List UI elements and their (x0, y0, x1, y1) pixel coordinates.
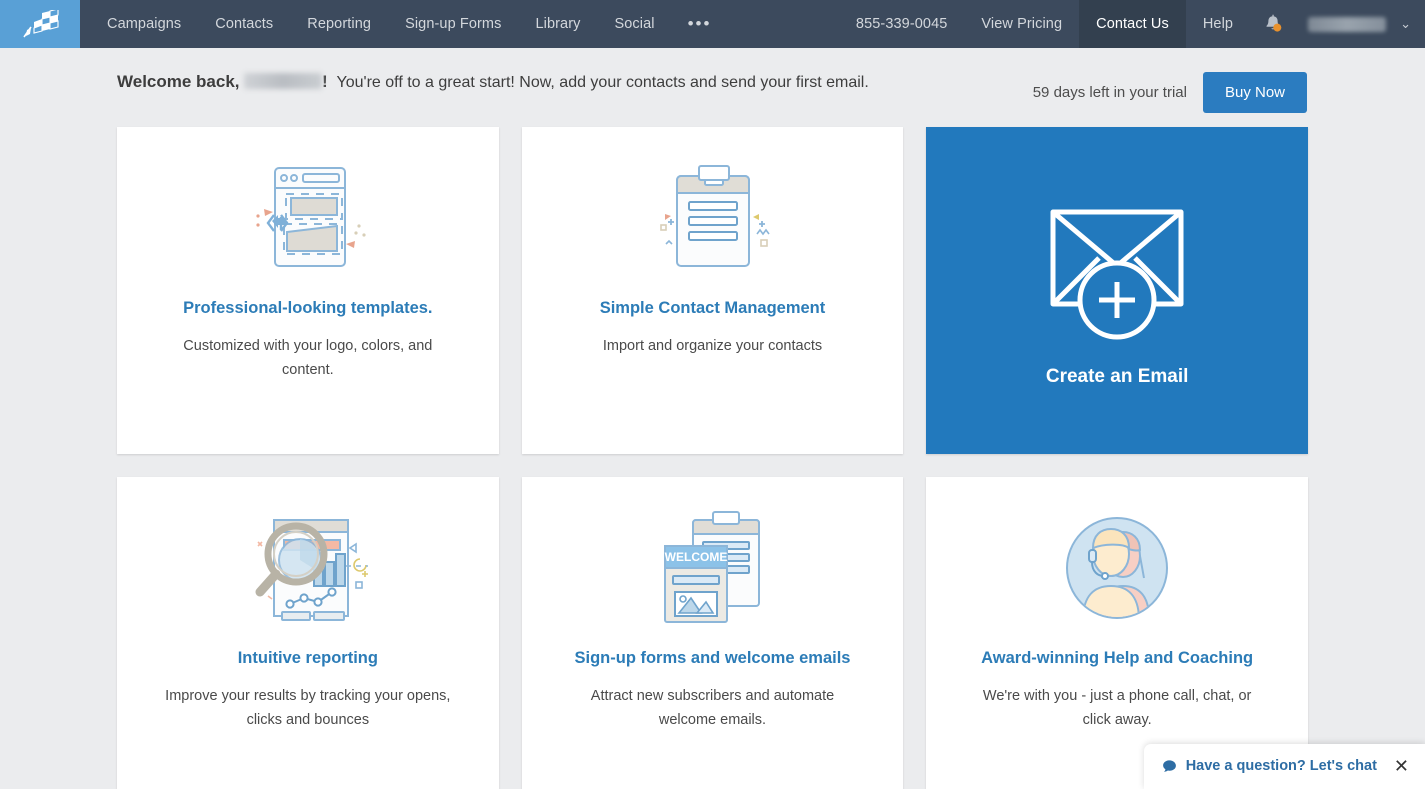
nav-item-social[interactable]: Social (597, 0, 671, 48)
nav-label: Social (614, 16, 654, 32)
feature-card-grid: Professional-looking templates. Customiz… (117, 127, 1308, 789)
card-title: Professional-looking templates. (183, 299, 432, 318)
welcome-user-name-redacted (244, 73, 322, 89)
nav-label: View Pricing (981, 16, 1062, 32)
nav-label: 855-339-0045 (856, 16, 948, 32)
welcome-banner: Welcome back, ! You're off to a great st… (0, 48, 1425, 113)
chat-widget[interactable]: Have a question? Let's chat ✕ (1144, 744, 1425, 789)
trial-area: 59 days left in your trial Buy Now (1033, 70, 1307, 113)
card-signup-forms[interactable]: WELCOME Sign-up forms and welcome emails… (522, 477, 904, 789)
card-help-and-coaching[interactable]: Award-winning Help and Coaching We're wi… (926, 477, 1308, 789)
browser-template-illustration-icon (243, 143, 373, 293)
nav-item-help[interactable]: Help (1186, 0, 1250, 48)
top-navigation-bar: Campaigns Contacts Reporting Sign-up For… (0, 0, 1425, 48)
nav-item-signup-forms[interactable]: Sign-up Forms (388, 0, 518, 48)
card-description: Import and organize your contacts (603, 334, 822, 358)
chevron-down-icon: ⌄ (1400, 16, 1411, 32)
svg-text:WELCOME: WELCOME (665, 550, 728, 564)
nav-item-library[interactable]: Library (518, 0, 597, 48)
welcome-subtext: You're off to a great start! Now, add yo… (337, 74, 869, 91)
card-title: Simple Contact Management (600, 299, 826, 318)
nav-item-contacts[interactable]: Contacts (198, 0, 290, 48)
nav-item-campaigns[interactable]: Campaigns (90, 0, 198, 48)
notification-bell-icon (1262, 13, 1284, 35)
welcome-greeting: Welcome back, (117, 72, 240, 91)
nav-label: Sign-up Forms (405, 16, 501, 32)
primary-nav-items: Campaigns Contacts Reporting Sign-up For… (90, 0, 727, 48)
nav-label: Help (1203, 16, 1233, 32)
envelope-plus-icon (1037, 194, 1197, 344)
magnifier-report-illustration-icon (238, 493, 378, 643)
nav-item-reporting[interactable]: Reporting (290, 0, 388, 48)
chat-close-icon[interactable]: ✕ (1394, 757, 1409, 775)
nav-item-phone-number[interactable]: 855-339-0045 (839, 0, 965, 48)
nav-label: Contacts (215, 16, 273, 32)
user-account-menu[interactable]: ⌄ (1296, 0, 1425, 48)
card-professional-templates[interactable]: Professional-looking templates. Customiz… (117, 127, 499, 454)
welcome-message: Welcome back, ! You're off to a great st… (117, 70, 869, 95)
app-logo[interactable] (0, 0, 80, 48)
trial-days-text: 59 days left in your trial (1033, 84, 1187, 101)
card-description: Attract new subscribers and automate wel… (562, 684, 862, 732)
card-description: We're with you - just a phone call, chat… (967, 684, 1267, 732)
card-description: Customized with your logo, colors, and c… (158, 334, 458, 382)
checkered-flag-logo-icon (19, 10, 61, 38)
card-create-an-email[interactable]: Create an Email (926, 127, 1308, 454)
support-agents-illustration-icon (1053, 493, 1181, 643)
user-name-redacted (1308, 17, 1386, 32)
clipboard-contacts-illustration-icon (647, 143, 777, 293)
secondary-nav-items: 855-339-0045 View Pricing Contact Us Hel… (839, 0, 1425, 48)
speech-bubble-icon (1162, 759, 1177, 774)
nav-label: Contact Us (1096, 16, 1169, 32)
card-title: Award-winning Help and Coaching (981, 649, 1253, 668)
nav-item-view-pricing[interactable]: View Pricing (964, 0, 1079, 48)
card-description: Improve your results by tracking your op… (158, 684, 458, 732)
card-intuitive-reporting[interactable]: Intuitive reporting Improve your results… (117, 477, 499, 789)
notifications-button[interactable] (1250, 0, 1296, 48)
card-contact-management[interactable]: Simple Contact Management Import and org… (522, 127, 904, 454)
card-title: Create an Email (1046, 366, 1189, 388)
welcome-email-form-illustration-icon: WELCOME (647, 493, 777, 643)
card-title: Sign-up forms and welcome emails (575, 649, 851, 668)
nav-overflow-menu-icon[interactable]: ••• (672, 0, 728, 48)
chat-widget-label: Have a question? Let's chat (1186, 758, 1377, 774)
buy-now-button[interactable]: Buy Now (1203, 72, 1307, 113)
welcome-exclamation: ! (322, 72, 328, 91)
nav-label: Library (535, 16, 580, 32)
nav-label: Campaigns (107, 16, 181, 32)
nav-label: Reporting (307, 16, 371, 32)
card-title: Intuitive reporting (238, 649, 378, 668)
nav-item-contact-us[interactable]: Contact Us (1079, 0, 1186, 48)
